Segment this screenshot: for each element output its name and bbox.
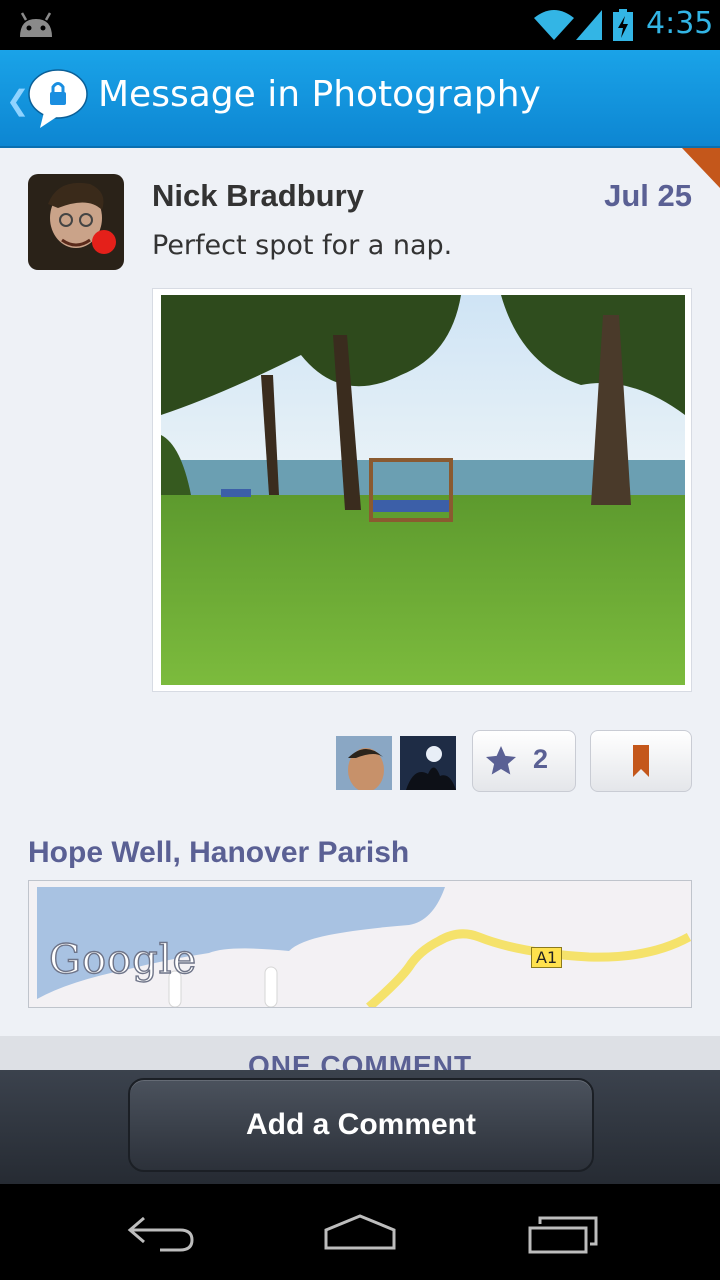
back-icon[interactable] bbox=[120, 1208, 200, 1258]
post-message: Perfect spot for a nap. bbox=[152, 230, 453, 261]
status-clock: 4:35 bbox=[646, 6, 714, 41]
bookmark-icon bbox=[633, 745, 649, 777]
bookmark-button[interactable] bbox=[590, 730, 692, 792]
photo-frame[interactable] bbox=[152, 288, 692, 692]
location-title[interactable]: Hope Well, Hanover Parish bbox=[28, 836, 409, 870]
star-icon bbox=[486, 746, 516, 775]
author-name[interactable]: Nick Bradbury bbox=[152, 178, 364, 214]
road-label: A1 bbox=[531, 947, 563, 968]
wifi-icon bbox=[534, 10, 574, 40]
add-comment-label: Add a Comment bbox=[245, 1108, 476, 1141]
add-comment-button[interactable]: Add a Comment bbox=[128, 1078, 594, 1172]
post-date: Jul 25 bbox=[604, 178, 692, 213]
comments-section: ONE COMMENT bbox=[0, 1036, 720, 1070]
post-photo[interactable] bbox=[161, 295, 685, 685]
liker-avatar[interactable] bbox=[400, 736, 456, 790]
message-lock-app-icon[interactable] bbox=[26, 66, 90, 130]
home-icon[interactable] bbox=[320, 1208, 400, 1258]
battery-charging-icon bbox=[613, 9, 633, 41]
bottom-action-bar: Add a Comment bbox=[0, 1070, 720, 1184]
recent-apps-icon[interactable] bbox=[522, 1208, 602, 1258]
comments-header: ONE COMMENT bbox=[247, 1050, 473, 1070]
liker-avatar[interactable] bbox=[336, 736, 392, 790]
star-count: 2 bbox=[533, 744, 549, 774]
star-button[interactable]: 2 bbox=[472, 730, 576, 792]
author-avatar[interactable] bbox=[28, 174, 124, 270]
status-bar: 4:35 bbox=[0, 0, 720, 50]
post-detail: Nick Bradbury Jul 25 Perfect spot for a … bbox=[0, 148, 720, 1070]
system-nav-bar bbox=[0, 1184, 720, 1280]
android-notification-icon bbox=[20, 12, 52, 37]
google-map-logo: Google bbox=[48, 936, 198, 983]
signal-icon bbox=[576, 10, 602, 40]
page-title: Message in Photography bbox=[98, 74, 541, 115]
location-map[interactable]: Google A1 bbox=[28, 880, 692, 1008]
action-bar: ❮ Message in Photography bbox=[0, 50, 720, 148]
